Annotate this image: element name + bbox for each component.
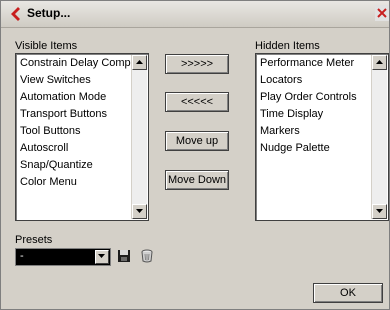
list-item[interactable]: Play Order Controls: [260, 91, 357, 103]
presets-dropdown[interactable]: -: [15, 248, 111, 266]
chevron-down-icon: [376, 209, 383, 213]
chevron-up-icon: [136, 60, 143, 64]
window-title: Setup...: [27, 6, 71, 20]
list-item[interactable]: Performance Meter: [260, 57, 354, 69]
hidden-items-label: Hidden Items: [255, 40, 320, 52]
cubase-logo-icon: [7, 6, 23, 22]
list-item[interactable]: Locators: [260, 74, 302, 86]
presets-label: Presets: [15, 234, 53, 246]
scroll-down-button[interactable]: [132, 204, 147, 219]
list-item[interactable]: Color Menu: [20, 176, 77, 188]
dropdown-arrow-button[interactable]: [95, 250, 109, 264]
scroll-down-button[interactable]: [372, 204, 387, 219]
list-item[interactable]: Markers: [260, 125, 300, 137]
move-up-button[interactable]: Move up: [165, 131, 229, 151]
move-down-button[interactable]: Move Down: [165, 170, 229, 190]
save-icon[interactable]: [117, 249, 133, 265]
list-item[interactable]: Transport Buttons: [20, 108, 107, 120]
trash-icon[interactable]: [140, 249, 156, 265]
visible-items-scrollbar[interactable]: [131, 55, 147, 219]
chevron-down-icon: [136, 209, 143, 213]
scroll-up-button[interactable]: [372, 55, 387, 70]
close-icon[interactable]: [375, 5, 389, 21]
hidden-items-list[interactable]: Performance Meter Locators Play Order Co…: [255, 53, 389, 221]
move-to-hidden-button[interactable]: >>>>>: [165, 54, 229, 74]
presets-value: -: [20, 250, 24, 262]
list-item[interactable]: Automation Mode: [20, 91, 106, 103]
list-item[interactable]: Snap/Quantize: [20, 159, 93, 171]
list-item[interactable]: Tool Buttons: [20, 125, 81, 137]
title-bar[interactable]: Setup...: [1, 1, 389, 28]
move-to-visible-button[interactable]: <<<<<: [165, 92, 229, 112]
list-item[interactable]: View Switches: [20, 74, 91, 86]
visible-items-list[interactable]: Constrain Delay Compen View Switches Aut…: [15, 53, 149, 221]
scroll-up-button[interactable]: [132, 55, 147, 70]
setup-dialog: Setup... Visible Items Constrain Delay C…: [0, 0, 390, 310]
chevron-down-icon: [98, 254, 105, 258]
ok-button[interactable]: OK: [313, 283, 383, 303]
visible-items-label: Visible Items: [15, 40, 78, 52]
list-item[interactable]: Constrain Delay Compen: [20, 57, 143, 69]
hidden-items-scrollbar[interactable]: [371, 55, 387, 219]
list-item[interactable]: Time Display: [260, 108, 323, 120]
chevron-up-icon: [376, 60, 383, 64]
list-item[interactable]: Autoscroll: [20, 142, 68, 154]
list-item[interactable]: Nudge Palette: [260, 142, 330, 154]
